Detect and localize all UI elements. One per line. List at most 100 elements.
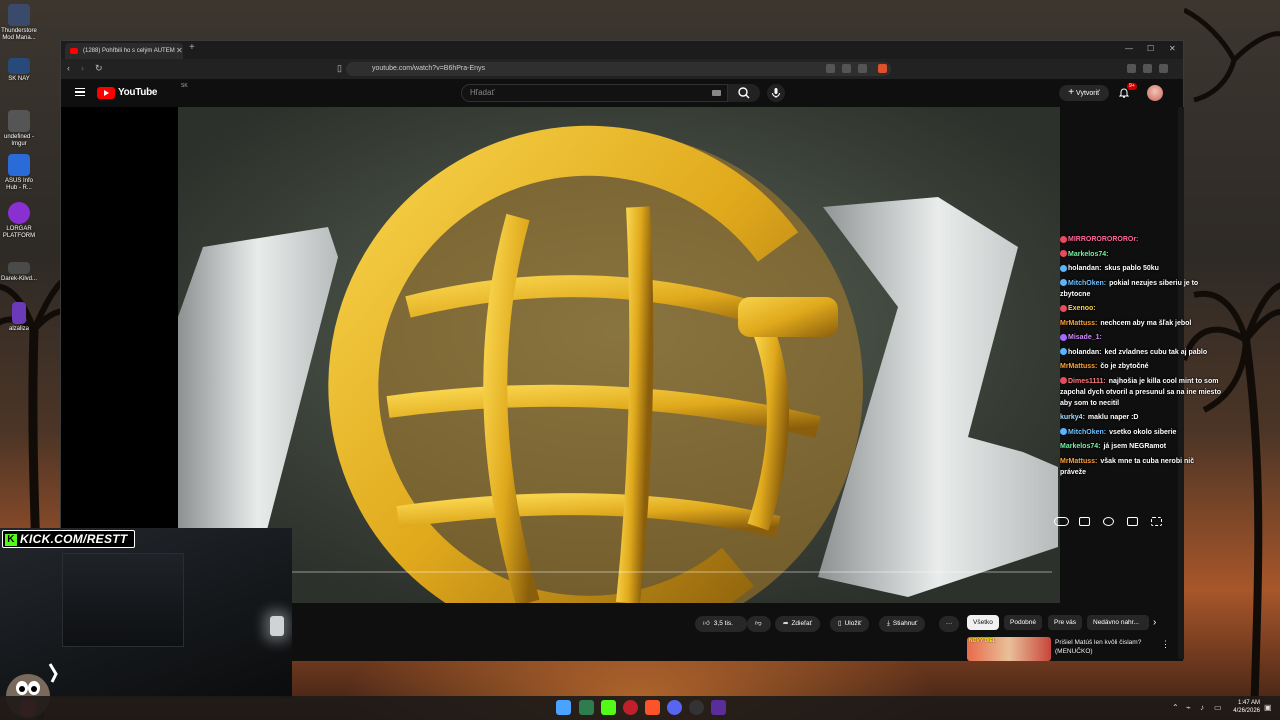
webcam-window-blinds [62, 553, 184, 647]
chat-username: Dimes1111: [1068, 377, 1106, 385]
cast-icon[interactable] [842, 64, 851, 73]
file-icon [8, 262, 30, 274]
plus-icon: + [1068, 87, 1075, 98]
chat-username: Exenoo: [1068, 305, 1096, 312]
forward-icon[interactable]: › [81, 63, 84, 73]
thumbs-down-icon: 👎︎ [755, 620, 762, 627]
chat-username: MrMattuss: [1060, 319, 1098, 327]
chat-badge-icon [1060, 333, 1067, 341]
translate-icon[interactable] [826, 64, 835, 73]
recommended-title[interactable]: Prišiel Matúš len kvôli čislam? (MENUČKO… [1055, 638, 1155, 656]
volume-icon[interactable]: ♪ [1200, 703, 1204, 712]
extensions-icon[interactable] [1127, 64, 1136, 73]
desktop-icon-asus[interactable]: ASUS Info Hub - R... [0, 154, 38, 192]
theater-mode-icon[interactable] [1127, 517, 1138, 526]
premiere-icon[interactable] [711, 700, 726, 715]
chat-message: MrMattuss: čo je zbytočné [1060, 361, 1222, 372]
chat-badge-icon [1060, 264, 1067, 272]
start-menu-icon[interactable] [556, 700, 571, 715]
webcam-lamp [270, 616, 284, 636]
desktop-icon-thunderstore[interactable]: Thunderstore Mod Mana... [0, 4, 38, 42]
chip-all[interactable]: Všetko [967, 615, 999, 630]
download-button[interactable]: ⤓ Stiahnuť [879, 616, 926, 632]
desktop-icon-darek[interactable]: Darek-Kilvd... [0, 262, 38, 283]
chat-username: MIRROROROROROr: [1068, 236, 1139, 243]
obs-icon[interactable] [689, 700, 704, 715]
chat-text: ked zvladnes cubu tak aj pablo [1104, 348, 1208, 356]
chip-recently-uploaded[interactable]: Nedávno nahr... [1087, 615, 1149, 630]
recommended-thumbnail[interactable]: NOVÝ DÍEL [967, 637, 1051, 661]
tray-chevron-icon[interactable]: ⌃ [1172, 703, 1179, 712]
chips-next-icon[interactable]: › [1153, 617, 1156, 628]
chat-username: Markelos74: [1068, 250, 1109, 258]
tab-bar: (1288) Pohřbili ho s celým AUTEM ✕ + — ☐… [61, 41, 1183, 59]
microphone-icon [772, 88, 780, 98]
video-progress-bar[interactable] [186, 571, 1052, 573]
avatar[interactable] [1147, 85, 1163, 101]
save-button[interactable]: ▯ Uložiť [830, 616, 870, 632]
url-field[interactable]: youtube.com/watch?v=B6hPra-Enys [346, 62, 891, 76]
image-file-icon [8, 110, 30, 132]
network-icon[interactable]: ⌁ [1186, 703, 1191, 712]
back-icon[interactable]: ‹ [67, 63, 70, 73]
chat-username: kurky4: [1060, 414, 1085, 421]
asus-icon [8, 154, 30, 176]
notification-center-icon[interactable]: ▣ [1264, 703, 1272, 712]
chat-message: MrMattuss: však mne ta cuba nerobi nič pr… [1060, 456, 1222, 478]
chip-related[interactable]: Podobné [1004, 615, 1043, 630]
lorgar-icon [8, 202, 30, 224]
battery-icon[interactable]: ▭ [1214, 703, 1222, 712]
media-icon[interactable] [1143, 64, 1152, 73]
browser-menu-icon[interactable] [1159, 64, 1168, 73]
youtube-header: YouTube SK Hľadať + Vytvoriť 9+ [61, 79, 1183, 107]
desktop-icon-sk-nay[interactable]: SK NAY [0, 58, 38, 83]
bookmark-icon[interactable]: ▯ [337, 63, 342, 74]
taskbar-clock[interactable]: 1:47 AM 4/26/2026 [1228, 699, 1260, 715]
url-text: youtube.com/watch?v=B6hPra-Enys [372, 65, 486, 72]
maximize-icon[interactable]: ☐ [1147, 44, 1154, 53]
video-player[interactable] [178, 107, 1060, 603]
chip-for-you[interactable]: Pre vás [1048, 615, 1083, 630]
dislike-button[interactable]: 👎︎ [747, 616, 771, 632]
discord-icon[interactable] [667, 700, 682, 715]
chat-text: skus pablo 50ku [1104, 265, 1159, 272]
fullscreen-icon[interactable] [1151, 517, 1162, 526]
chat-message: MIRROROROROROr: [1060, 234, 1222, 245]
maps-icon[interactable] [623, 700, 638, 715]
minimize-icon[interactable]: — [1125, 44, 1133, 53]
settings-gear-icon[interactable] [1103, 517, 1114, 526]
search-button[interactable] [728, 84, 760, 102]
desktop-icon-alzaliza[interactable]: alzaliza [0, 302, 38, 333]
desktop-icon-lorgar[interactable]: LORGAR PLATFORM [0, 202, 38, 240]
desktop-icon-imgur[interactable]: undefined - Imgur [0, 110, 38, 148]
youtube-play-icon [97, 87, 115, 99]
voice-search-button[interactable] [767, 84, 785, 102]
hamburger-menu-icon[interactable] [75, 88, 85, 96]
brave-browser-icon[interactable] [645, 700, 660, 715]
excel-icon[interactable] [579, 700, 594, 715]
brave-shield-icon[interactable] [878, 64, 887, 73]
share-page-icon[interactable] [858, 64, 867, 73]
taskbar: ⌃ ⌁ ♪ ▭ 1:47 AM 4/26/2026 ▣ [0, 696, 1280, 720]
close-window-icon[interactable]: ✕ [1169, 44, 1176, 53]
autoplay-toggle-icon[interactable] [1054, 517, 1069, 526]
kick-app-icon[interactable] [601, 700, 616, 715]
new-tab-icon[interactable]: + [189, 42, 195, 53]
chat-badge-icon [1060, 348, 1067, 356]
save-icon: ▯ [838, 620, 842, 627]
recommended-more-icon[interactable]: ⋮ [1161, 639, 1170, 650]
tab-close-icon[interactable]: ✕ [176, 43, 183, 59]
share-icon: ➦ [783, 620, 789, 627]
subtitles-icon[interactable] [1079, 517, 1090, 526]
more-actions-button[interactable]: ··· [939, 616, 959, 632]
chat-message: kurky4: maklu naper :D [1060, 412, 1222, 423]
tab-youtube[interactable]: (1288) Pohřbili ho s celým AUTEM ✕ [65, 43, 183, 59]
search-input[interactable]: Hľadať [461, 84, 728, 102]
keyboard-icon[interactable] [712, 90, 721, 96]
reload-icon[interactable]: ↻ [95, 63, 103, 74]
like-button[interactable]: 👍︎ 3,5 tis. [695, 616, 747, 632]
notifications-badge: 9+ [1127, 83, 1137, 90]
share-button[interactable]: ➦ Zdieľať [775, 616, 821, 632]
create-button[interactable]: + Vytvoriť [1059, 85, 1109, 101]
chat-badge-icon [1060, 250, 1067, 258]
